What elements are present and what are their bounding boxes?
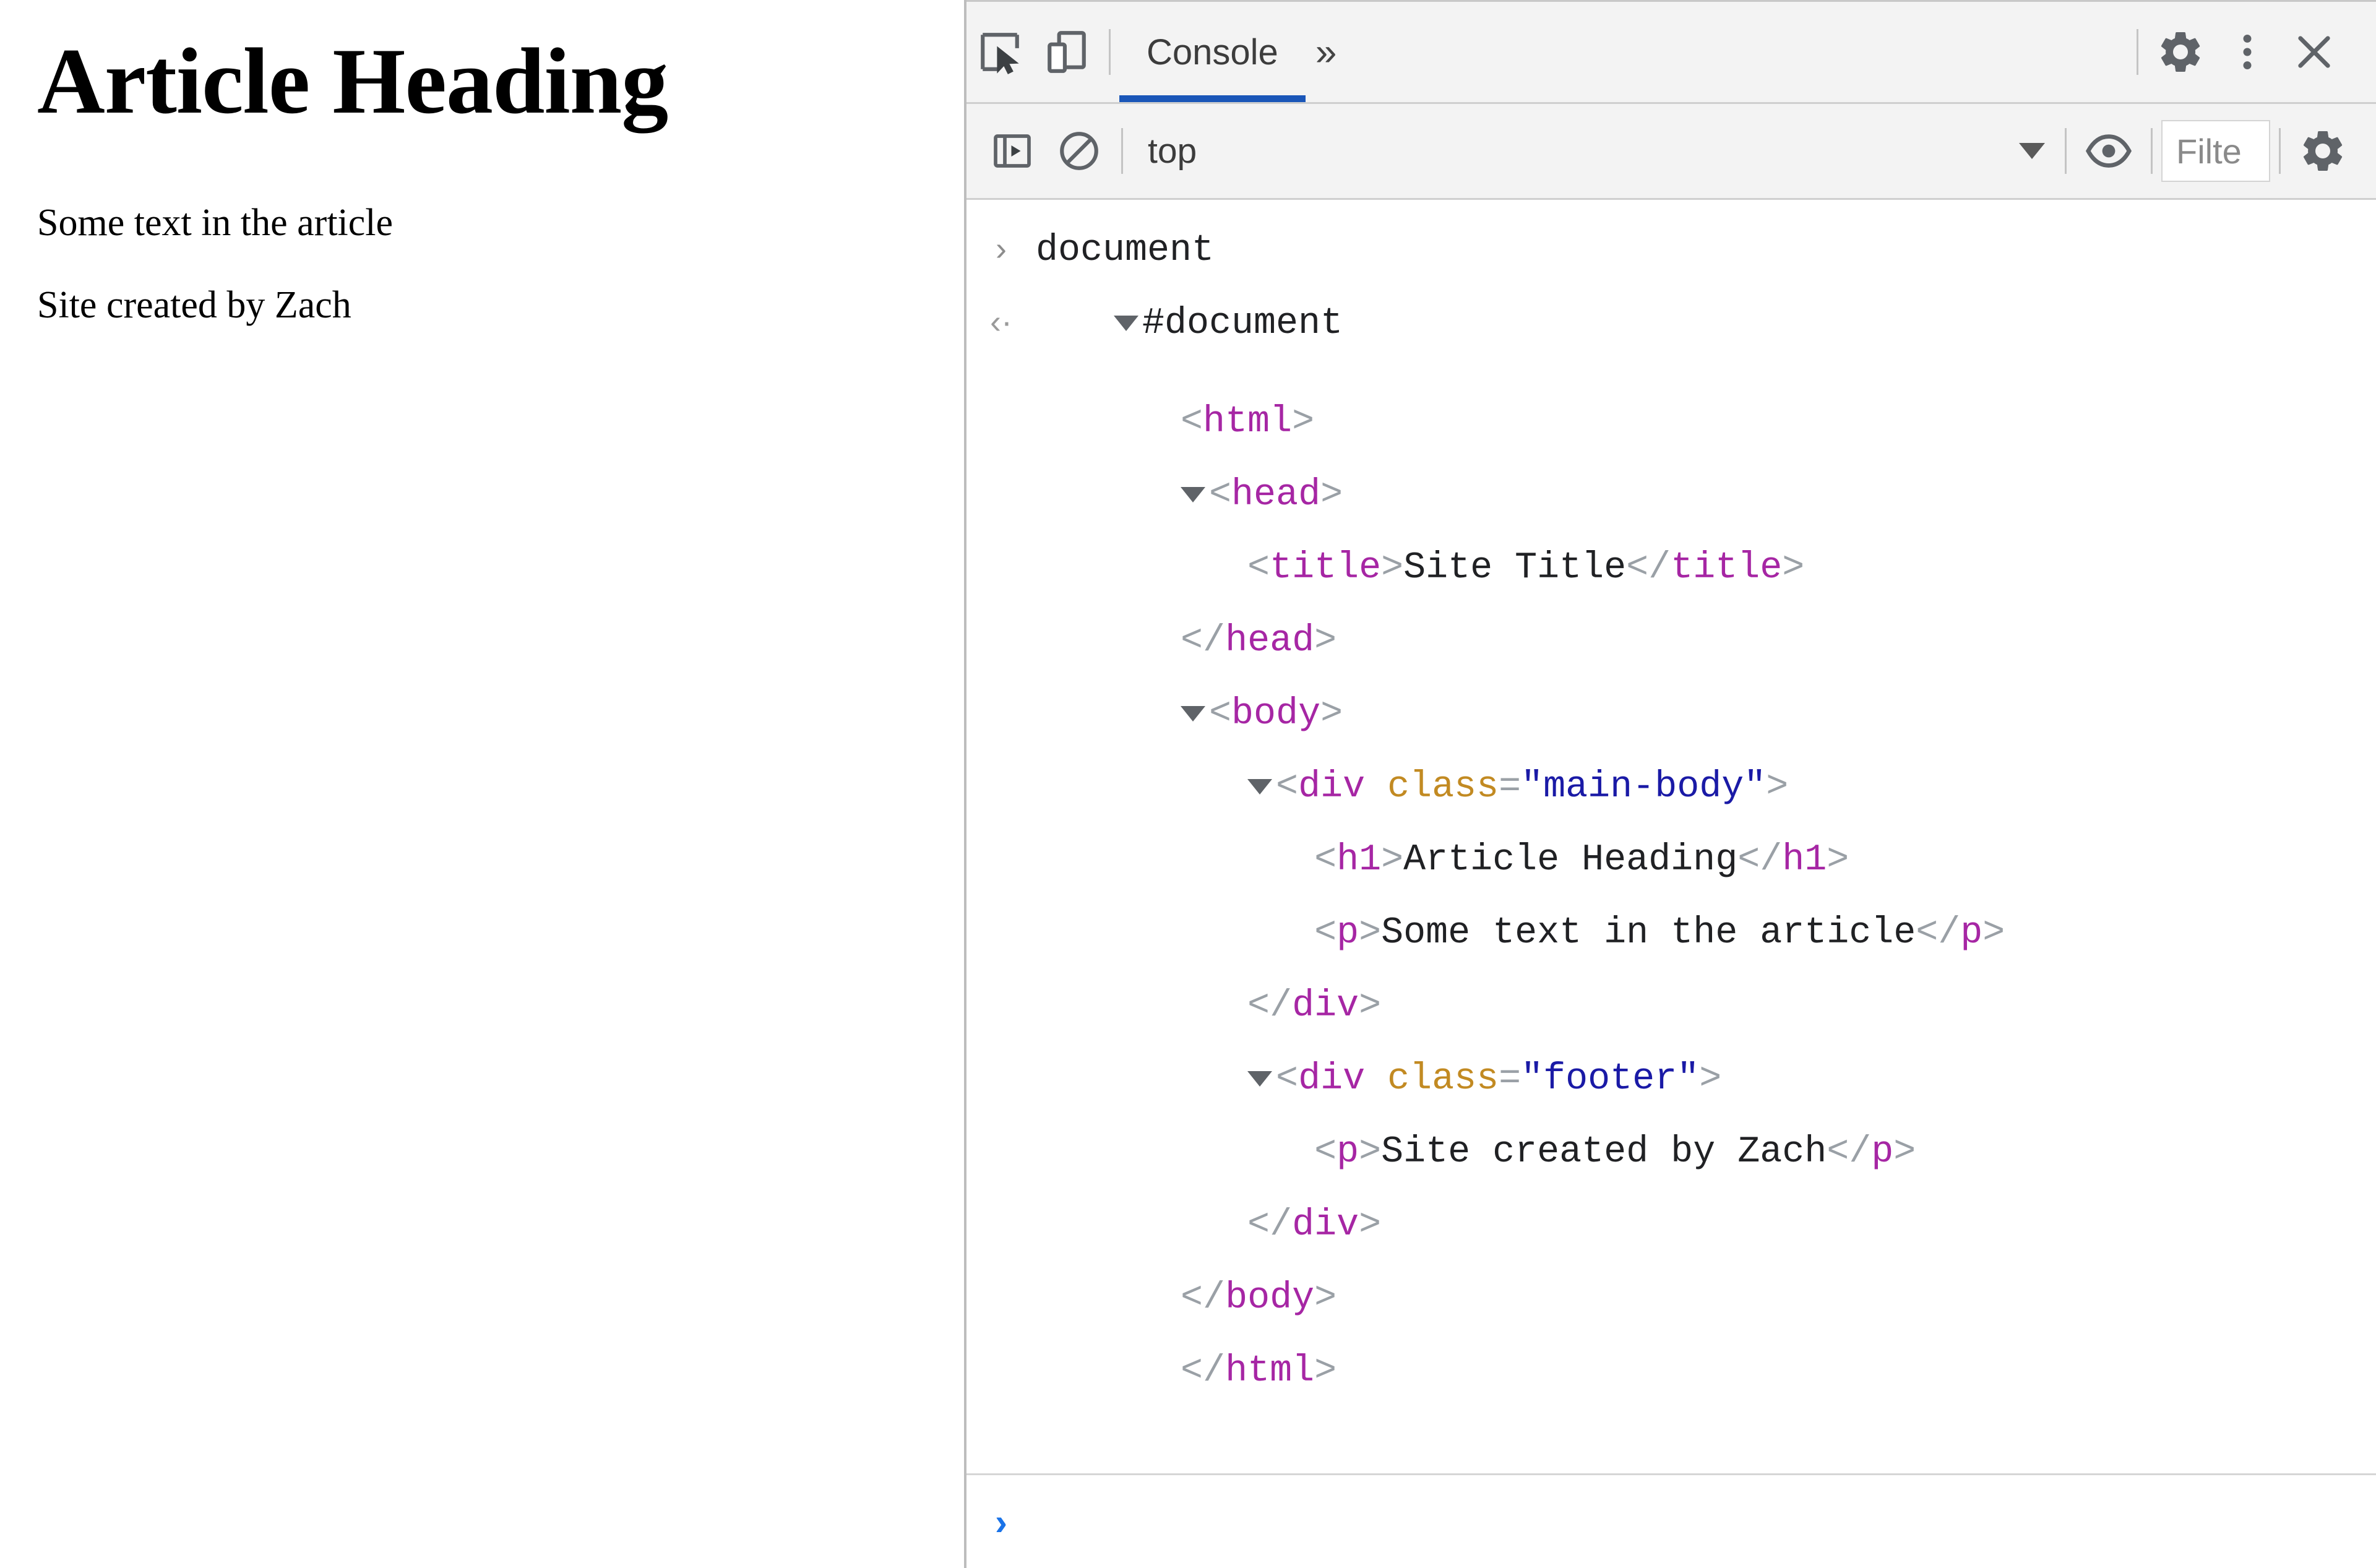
inspect-element-icon [977, 29, 1023, 75]
console-gutter-spacer [966, 869, 1036, 942]
tab-console-label: Console [1147, 32, 1278, 72]
console-prompt-caret-icon: › [995, 1501, 1007, 1543]
page-viewport: Article Heading Some text in the article… [0, 0, 964, 1568]
console-gutter-spacer [966, 1307, 1036, 1381]
console-tree-line-text: </head> [1181, 620, 1337, 662]
console-toolbar-separator-3 [2151, 128, 2153, 174]
devtools-kebab-menu-button[interactable] [2214, 19, 2281, 85]
console-input-line: › document [966, 212, 2376, 285]
console-tree-line-text: <p>Site created by Zach</p> [1314, 1131, 1916, 1173]
console-tree-line-text: </div> [1247, 985, 1382, 1027]
devtools-close-button[interactable] [2281, 19, 2348, 85]
disclosure-triangle-icon[interactable] [1114, 316, 1139, 331]
console-gutter-spacer [966, 796, 1036, 869]
disclosure-triangle-icon[interactable] [1181, 487, 1206, 502]
console-toolbar-separator-2 [2065, 128, 2067, 174]
device-toolbar-button[interactable] [1033, 19, 1100, 85]
console-sidebar-icon [990, 129, 1035, 173]
page-footer-text: Site created by Zach [37, 284, 351, 327]
console-tree-line-text: <h1>Article Heading</h1> [1314, 839, 1849, 881]
console-toolbar-separator-4 [2279, 128, 2281, 174]
page-content: Article Heading Some text in the article… [0, 34, 964, 328]
console-tree-line-text: </body> [1181, 1277, 1337, 1319]
live-expression-button[interactable] [2075, 118, 2142, 184]
console-tree-line-text: </div> [1247, 1204, 1382, 1246]
kebab-menu-icon [2224, 29, 2270, 75]
gear-icon [2156, 27, 2205, 77]
disclosure-triangle-icon[interactable] [1181, 706, 1206, 722]
console-toolbar-separator-1 [1121, 128, 1123, 174]
console-output[interactable]: › document ‹· #document <html> <head> <title… [966, 200, 2376, 1473]
devtools-panel: Console » top Filte › document ‹· #docum… [966, 0, 2376, 1568]
devtools-tabbar: Console » [966, 2, 2376, 104]
console-settings-button[interactable] [2289, 118, 2356, 184]
console-gutter-spacer [966, 1234, 1036, 1307]
console-tree-line-text: <html> [1181, 401, 1315, 443]
console-gutter-spacer [966, 942, 1036, 1015]
console-gutter-spacer [966, 1161, 1036, 1234]
gear-icon [2298, 126, 2348, 176]
console-context-label: top [1148, 131, 1197, 171]
console-gutter-spacer [966, 431, 1036, 504]
console-gutter-spacer [966, 1015, 1036, 1088]
page-paragraph: Some text in the article [37, 202, 394, 244]
console-gutter-spacer [966, 577, 1036, 650]
console-gutter-spacer [966, 650, 1036, 723]
console-input-expression: document [1036, 230, 1215, 272]
toolbar-separator-right [2137, 29, 2138, 75]
page-title: Article Heading [37, 29, 668, 133]
chevron-down-icon [2019, 143, 2045, 159]
console-filter-placeholder: Filte [2176, 131, 2242, 171]
clear-console-button[interactable] [1046, 118, 1113, 184]
console-return-arrow-icon: ‹· [990, 303, 1012, 340]
console-tree-line-text: <div class="main-body"> [1036, 766, 2376, 808]
more-tabs-button[interactable]: » [1306, 19, 1346, 85]
chevron-double-right-icon: » [1315, 30, 1337, 74]
console-prompt-input[interactable] [1036, 1475, 2376, 1568]
console-tree-line-text: </html> [1181, 1350, 1337, 1392]
console-result-tree: ‹· #document <html> <head> <title>Site Title… [966, 285, 2376, 1392]
devtools-settings-button[interactable] [2147, 19, 2214, 85]
live-expression-eye-icon [2085, 127, 2133, 175]
console-gutter-spacer [966, 358, 1036, 431]
console-tree-line-text: <head> [1036, 474, 2376, 516]
console-tree-line-text: <div class="footer"> [1036, 1058, 2376, 1100]
console-input-prompt-icon: › [996, 230, 1007, 267]
console-context-caret-wrap[interactable] [2019, 143, 2056, 159]
console-tree-line[interactable]: ‹· #document [966, 285, 2376, 358]
console-toolbar: top Filte [966, 104, 2376, 200]
console-filter-input[interactable]: Filte [2161, 120, 2270, 182]
console-tree-line-text: <body> [1036, 693, 2376, 735]
console-context-selector[interactable]: top [1132, 120, 1214, 182]
inspect-element-button[interactable] [966, 19, 1033, 85]
console-tree-line-text: <title>Site Title</title> [1247, 547, 1805, 589]
close-icon [2291, 28, 2338, 75]
console-gutter-spacer [966, 723, 1036, 796]
console-prompt-row[interactable]: › [966, 1473, 2376, 1568]
console-gutter-spacer [966, 1088, 1036, 1161]
console-gutter-spacer [966, 504, 1036, 577]
browser-window: Article Heading Some text in the article… [0, 0, 2376, 1568]
console-tree-line-text: #document [1036, 303, 2376, 345]
device-toolbar-icon [1044, 29, 1090, 75]
console-tree-line[interactable]: <html> [966, 358, 2376, 443]
console-sidebar-toggle-button[interactable] [979, 118, 1046, 184]
tab-console[interactable]: Console [1119, 2, 1306, 102]
console-tree-line-text: <p>Some text in the article</p> [1314, 912, 2005, 954]
disclosure-triangle-icon[interactable] [1247, 779, 1273, 795]
disclosure-triangle-icon[interactable] [1247, 1071, 1273, 1087]
clear-console-icon [1056, 128, 1102, 174]
toolbar-separator [1109, 29, 1111, 75]
